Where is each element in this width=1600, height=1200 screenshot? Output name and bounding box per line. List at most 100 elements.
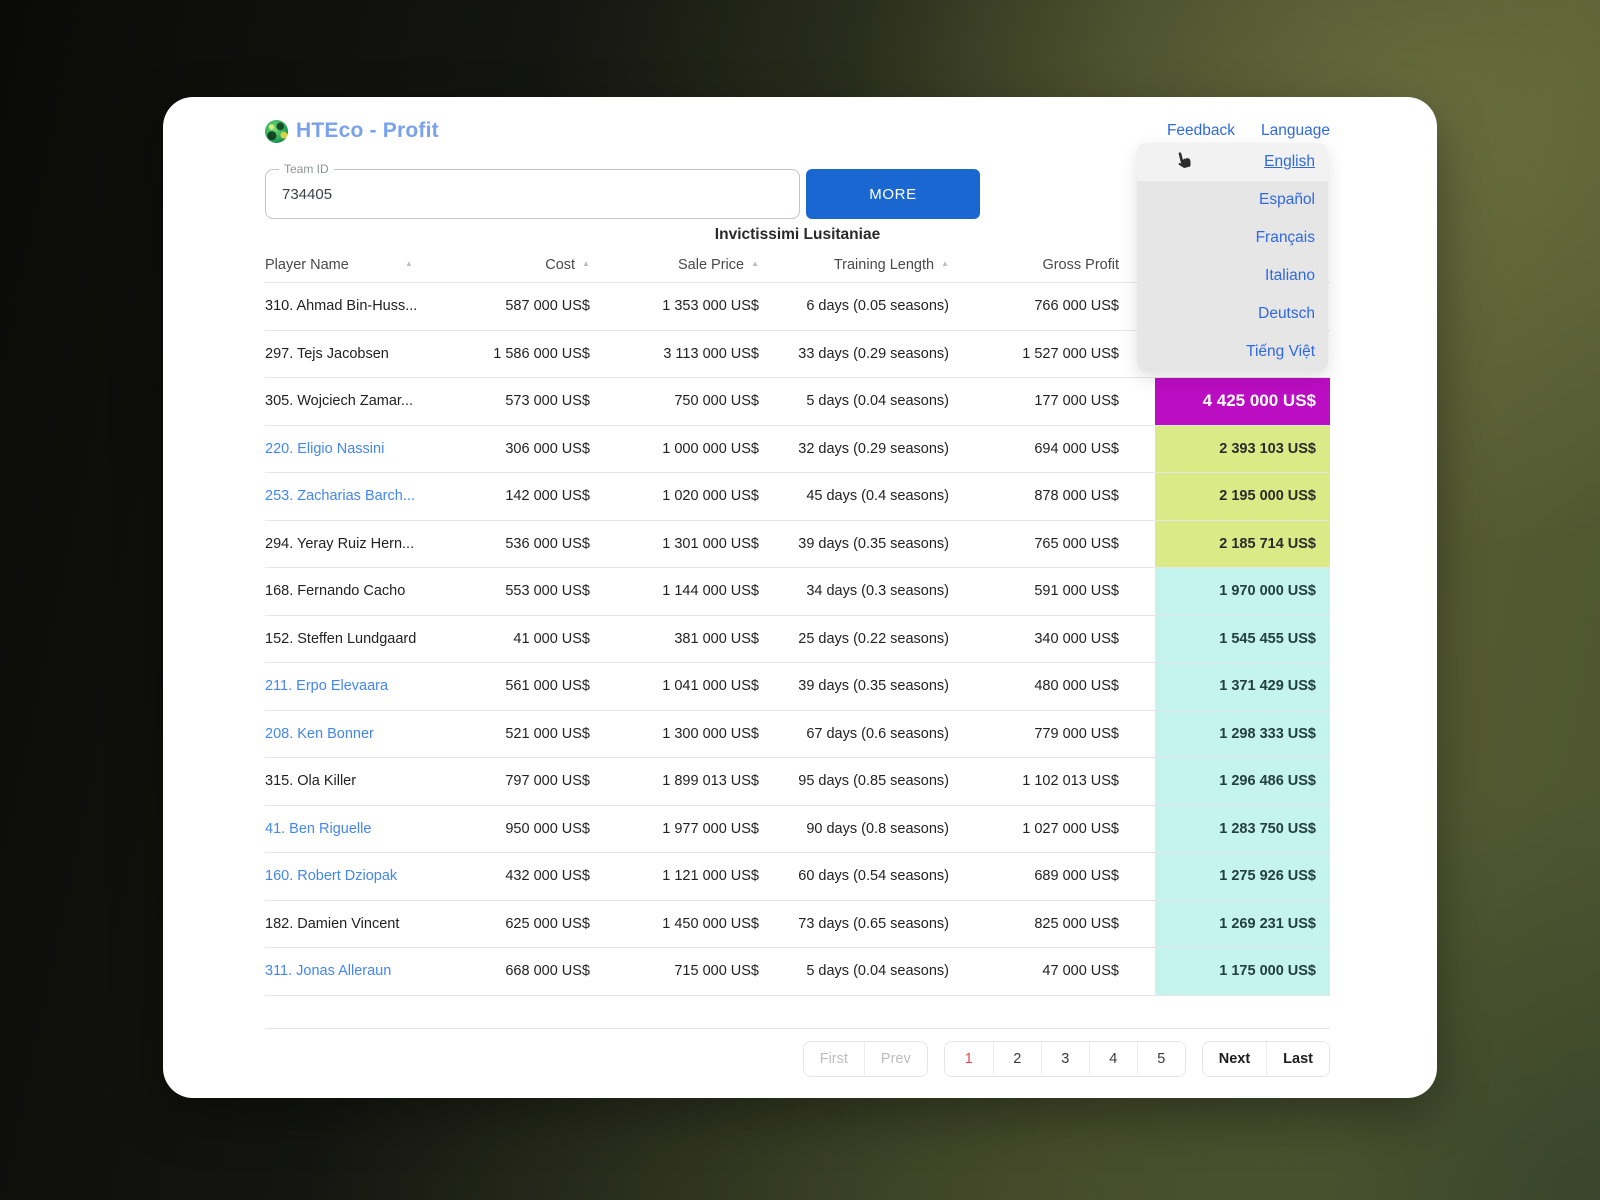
net-profit-cell: 1 283 750 US$ [1155, 806, 1330, 853]
sort-asc-icon: ▲ [582, 259, 590, 268]
player-name[interactable]: 220. Eligio Nassini [265, 441, 384, 457]
first-page-button[interactable]: First [804, 1042, 864, 1076]
player-name[interactable]: 211. Erpo Elevaara [265, 678, 388, 694]
training-length-cell: 39 days (0.35 seasons) [759, 521, 949, 568]
gross-profit-cell: 1 027 000 US$ [949, 806, 1119, 853]
player-name-cell: 41. Ben Riguelle [265, 806, 450, 853]
sale-price-cell: 750 000 US$ [590, 378, 759, 425]
training-length-cell: 67 days (0.6 seasons) [759, 711, 949, 758]
cost-cell: 668 000 US$ [450, 948, 590, 995]
training-length-cell: 5 days (0.04 seasons) [759, 948, 949, 995]
player-name-cell: 294. Yeray Ruiz Hern... [265, 521, 450, 568]
table-row: 253. Zacharias Barch... 142 000 US$ 1 02… [265, 473, 1330, 521]
sort-asc-icon: ▲ [405, 259, 413, 268]
player-name[interactable]: 160. Robert Dziopak [265, 868, 397, 884]
cost-cell: 306 000 US$ [450, 426, 590, 473]
player-name-cell: 152. Steffen Lundgaard [265, 616, 450, 663]
table-row: 41. Ben Riguelle 950 000 US$ 1 977 000 U… [265, 806, 1330, 854]
feedback-link[interactable]: Feedback [1167, 122, 1235, 140]
gross-profit-cell: 878 000 US$ [949, 473, 1119, 520]
net-profit-cell: 1 175 000 US$ [1155, 948, 1330, 995]
column-header-cost[interactable]: Cost▲ [450, 247, 590, 282]
page-title: HTEco - Profit [296, 119, 439, 143]
player-name-cell: 160. Robert Dziopak [265, 853, 450, 900]
sale-price-cell: 1 301 000 US$ [590, 521, 759, 568]
player-name[interactable]: 311. Jonas Alleraun [265, 963, 391, 979]
training-length-cell: 34 days (0.3 seasons) [759, 568, 949, 615]
language-option-italiano[interactable]: Italiano [1137, 257, 1328, 295]
app-card: HTEco - Profit Feedback Language Team ID… [163, 97, 1437, 1098]
training-length-cell: 90 days (0.8 seasons) [759, 806, 949, 853]
table-row: 294. Yeray Ruiz Hern... 536 000 US$ 1 30… [265, 521, 1330, 569]
gross-profit-cell: 480 000 US$ [949, 663, 1119, 710]
column-spacer [1119, 806, 1155, 853]
page-button-5[interactable]: 5 [1137, 1042, 1185, 1076]
net-profit-cell: 2 393 103 US$ [1155, 426, 1330, 473]
player-name: 305. Wojciech Zamar... [265, 393, 413, 409]
table-row: 182. Damien Vincent 625 000 US$ 1 450 00… [265, 901, 1330, 949]
player-name: 315. Ola Killer [265, 773, 356, 789]
player-name-cell: 211. Erpo Elevaara [265, 663, 450, 710]
column-spacer [1119, 568, 1155, 615]
more-button[interactable]: MORE [806, 169, 980, 219]
column-header-gross-profit[interactable]: Gross Profit [949, 247, 1119, 282]
training-length-cell: 73 days (0.65 seasons) [759, 901, 949, 948]
player-name: 168. Fernando Cacho [265, 583, 405, 599]
player-name-cell: 311. Jonas Alleraun [265, 948, 450, 995]
column-spacer [1119, 948, 1155, 995]
column-header-sale-price[interactable]: Sale Price▲ [590, 247, 759, 282]
player-name-cell: 182. Damien Vincent [265, 901, 450, 948]
column-header-player-name[interactable]: Player Name▲ [265, 247, 450, 282]
language-option-deutsch[interactable]: Deutsch [1137, 295, 1328, 333]
desktop-background: HTEco - Profit Feedback Language Team ID… [0, 0, 1600, 1200]
sale-price-cell: 1 041 000 US$ [590, 663, 759, 710]
sale-price-cell: 1 300 000 US$ [590, 711, 759, 758]
sort-asc-icon: ▲ [941, 259, 949, 268]
team-id-field[interactable]: Team ID [265, 169, 800, 219]
cost-cell: 587 000 US$ [450, 283, 590, 330]
player-name[interactable]: 208. Ken Bonner [265, 726, 374, 742]
language-option-espanol[interactable]: Español [1137, 181, 1328, 219]
sale-price-cell: 3 113 000 US$ [590, 331, 759, 378]
table-row: 311. Jonas Alleraun 668 000 US$ 715 000 … [265, 948, 1330, 996]
page-button-3[interactable]: 3 [1041, 1042, 1089, 1076]
page-button-4[interactable]: 4 [1089, 1042, 1137, 1076]
player-name[interactable]: 253. Zacharias Barch... [265, 488, 415, 504]
player-name[interactable]: 41. Ben Riguelle [265, 821, 371, 837]
team-id-label: Team ID [279, 162, 334, 176]
player-name: 297. Tejs Jacobsen [265, 346, 389, 362]
next-page-button[interactable]: Next [1203, 1042, 1266, 1076]
net-profit-cell: 1 275 926 US$ [1155, 853, 1330, 900]
training-length-cell: 33 days (0.29 seasons) [759, 331, 949, 378]
sale-price-cell: 1 144 000 US$ [590, 568, 759, 615]
language-option-english[interactable]: English [1137, 143, 1328, 181]
table-footer-divider [265, 1028, 1330, 1029]
sale-price-cell: 1 450 000 US$ [590, 901, 759, 948]
player-name-cell: 297. Tejs Jacobsen [265, 331, 450, 378]
last-page-button[interactable]: Last [1266, 1042, 1329, 1076]
player-name-cell: 253. Zacharias Barch... [265, 473, 450, 520]
training-length-cell: 6 days (0.05 seasons) [759, 283, 949, 330]
gross-profit-cell: 694 000 US$ [949, 426, 1119, 473]
gross-profit-cell: 689 000 US$ [949, 853, 1119, 900]
table-row: 152. Steffen Lundgaard 41 000 US$ 381 00… [265, 616, 1330, 664]
language-link[interactable]: Language [1261, 122, 1330, 140]
net-profit-cell: 2 195 000 US$ [1155, 473, 1330, 520]
team-id-input[interactable] [266, 170, 799, 218]
column-spacer [1119, 663, 1155, 710]
page-button-1[interactable]: 1 [945, 1042, 993, 1076]
language-dropdown-menu: English Español Français Italiano Deutsc… [1137, 143, 1328, 372]
language-option-francais[interactable]: Français [1137, 219, 1328, 257]
table-row: 305. Wojciech Zamar... 573 000 US$ 750 0… [265, 378, 1330, 426]
gross-profit-cell: 177 000 US$ [949, 378, 1119, 425]
gross-profit-cell: 765 000 US$ [949, 521, 1119, 568]
column-header-training-length[interactable]: Training Length▲ [759, 247, 949, 282]
player-name-cell: 305. Wojciech Zamar... [265, 378, 450, 425]
language-option-tieng-viet[interactable]: Tiếng Việt [1137, 333, 1328, 371]
column-spacer [1119, 758, 1155, 805]
prev-page-button[interactable]: Prev [864, 1042, 927, 1076]
page-button-2[interactable]: 2 [993, 1042, 1041, 1076]
player-name-cell: 168. Fernando Cacho [265, 568, 450, 615]
sale-price-cell: 1 121 000 US$ [590, 853, 759, 900]
net-profit-cell: 1 371 429 US$ [1155, 663, 1330, 710]
